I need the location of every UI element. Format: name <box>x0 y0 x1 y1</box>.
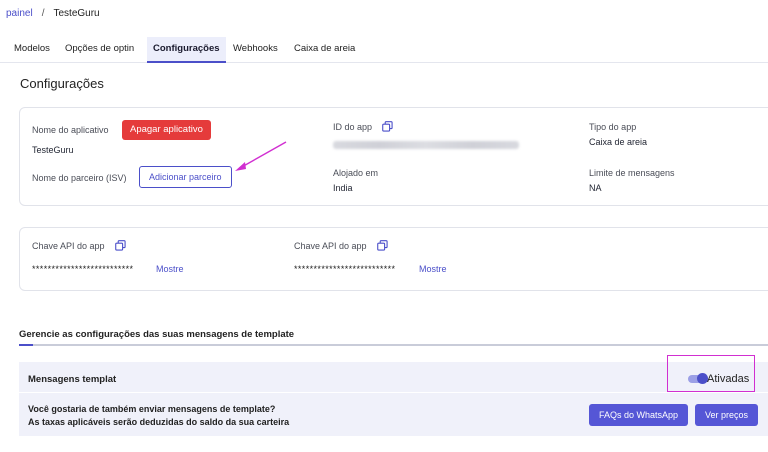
api-key-label: Chave API do app <box>294 241 367 251</box>
app-id-value-redacted <box>333 141 519 149</box>
toggle-status-label: Ativadas <box>707 373 750 385</box>
breadcrumb: painel / TesteGuru <box>6 8 100 19</box>
show-api-key-link[interactable]: Mostre <box>156 264 184 274</box>
copy-icon[interactable] <box>377 240 388 251</box>
breadcrumb-separator: / <box>41 8 45 19</box>
tab-opcoes-de-optin[interactable]: Opções de optin <box>59 37 140 63</box>
app-type-label: Tipo do app <box>589 122 637 132</box>
show-api-key-link[interactable]: Mostre <box>419 264 447 274</box>
app-type-value: Caixa de areia <box>589 137 648 147</box>
delete-app-button[interactable]: Apagar aplicativo <box>122 120 211 140</box>
add-partner-button[interactable]: Adicionar parceiro <box>139 166 232 188</box>
page-title: Configurações <box>20 76 104 91</box>
panel-row-divider <box>19 392 768 393</box>
api-key-label: Chave API do app <box>32 241 105 251</box>
tab-bar: Modelos Opções de optin Configurações We… <box>0 37 768 63</box>
message-limit-value: NA <box>589 183 602 193</box>
whatsapp-faq-button[interactable]: FAQs do WhatsApp <box>589 404 689 426</box>
copy-icon[interactable] <box>115 240 126 251</box>
annotation-arrow-icon <box>235 141 287 171</box>
template-messages-label: Mensagens templat <box>28 374 117 385</box>
app-name-label: Nome do aplicativo <box>32 125 109 135</box>
template-question-text: Você gostaria de também enviar mensagens… <box>28 404 276 414</box>
section-divider-accent <box>19 344 33 346</box>
api-keys-card <box>19 227 768 291</box>
tab-configuracoes[interactable]: Configurações <box>147 37 226 63</box>
tab-modelos[interactable]: Modelos <box>8 37 56 63</box>
api-key-masked: ************************** <box>32 264 134 274</box>
copy-icon[interactable] <box>382 121 393 132</box>
api-key-masked: ************************** <box>294 264 396 274</box>
template-section-title: Gerencie as configurações das suas mensa… <box>19 329 295 340</box>
hosted-in-value: India <box>333 183 353 193</box>
tab-caixa-de-areia[interactable]: Caixa de areia <box>288 37 361 63</box>
section-divider <box>19 344 768 346</box>
message-limit-label: Limite de mensagens <box>589 168 675 178</box>
breadcrumb-current: TesteGuru <box>53 8 100 19</box>
breadcrumb-painel-link[interactable]: painel <box>6 8 33 19</box>
app-name-value: TesteGuru <box>32 145 74 155</box>
app-id-label: ID do app <box>333 122 373 132</box>
hosted-in-label: Alojado em <box>333 168 379 178</box>
tab-webhooks[interactable]: Webhooks <box>227 37 284 63</box>
template-fee-note: As taxas aplicáveis serão deduzidas do s… <box>28 417 290 427</box>
view-prices-button[interactable]: Ver preços <box>695 404 759 426</box>
partner-name-label: Nome do parceiro (ISV) <box>32 173 127 183</box>
